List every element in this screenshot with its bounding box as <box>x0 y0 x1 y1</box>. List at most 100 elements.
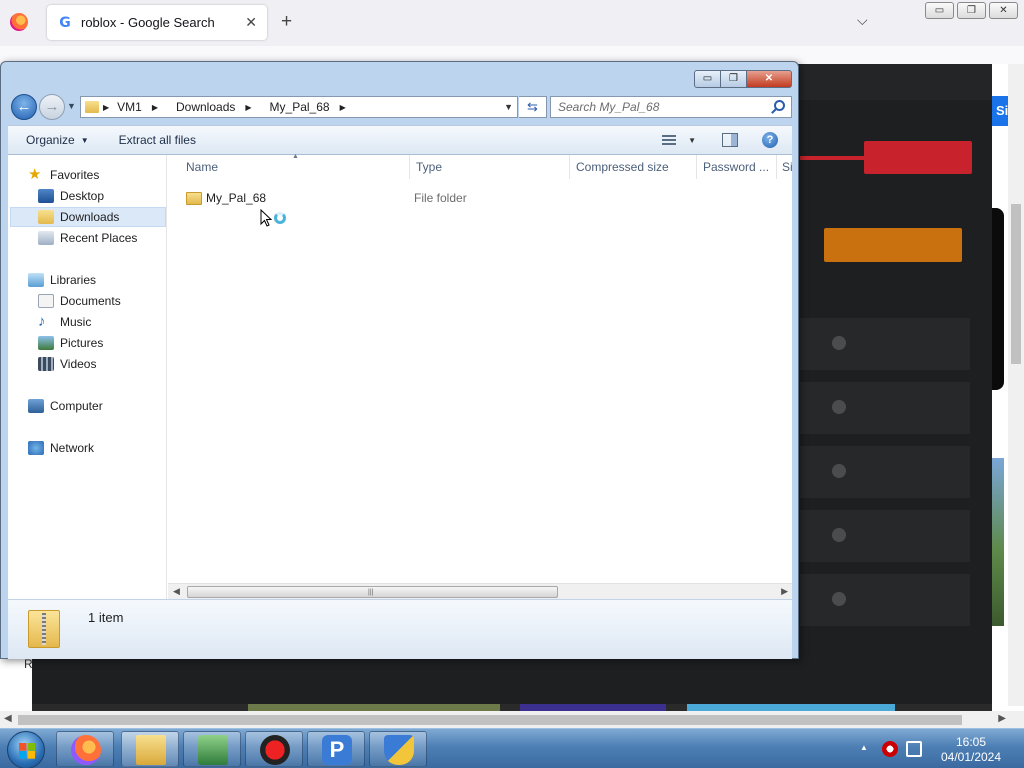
check-icon <box>832 400 846 414</box>
organize-button[interactable]: Organize ▼ <box>26 133 89 147</box>
show-hidden-icons-icon[interactable]: ▲ <box>860 743 868 752</box>
nav-desktop[interactable]: Desktop <box>10 186 166 206</box>
nav-label: Downloads <box>60 210 120 224</box>
taskbar-p-app[interactable]: P <box>307 731 365 767</box>
scroll-thumb[interactable] <box>1011 204 1021 364</box>
chevron-down-icon[interactable]: ▼ <box>688 136 696 145</box>
browser-tab[interactable]: G roblox - Google Search ✕ <box>47 5 267 40</box>
breadcrumb-downloads[interactable]: Downloads <box>176 100 235 114</box>
taskbar-firefox[interactable] <box>56 731 114 767</box>
column-header-size[interactable]: Si <box>777 155 792 179</box>
nav-label: Computer <box>50 399 103 413</box>
browser-vertical-scrollbar[interactable] <box>1008 64 1024 706</box>
nav-label: Network <box>50 441 95 455</box>
table-row[interactable]: My_Pal_68 File folder <box>180 188 780 208</box>
start-button[interactable] <box>7 731 45 768</box>
scroll-thumb[interactable]: ||| <box>187 586 558 598</box>
nav-downloads[interactable]: Downloads <box>10 207 166 227</box>
tab-close-icon[interactable]: ✕ <box>245 14 257 31</box>
view-options-icon[interactable] <box>662 135 677 145</box>
close-button[interactable]: ✕ <box>747 70 792 88</box>
search-input[interactable] <box>551 97 761 117</box>
browser-window-controls: ▭ ❐ ✕ <box>925 2 1018 19</box>
taskbar-explorer[interactable] <box>121 731 179 767</box>
column-header-type[interactable]: Type <box>410 155 570 179</box>
column-header-name[interactable]: Name ▲ <box>168 153 410 179</box>
system-tray: ▲ 16:05 04/01/2024 <box>856 733 1016 767</box>
refresh-button[interactable]: ⇆ <box>519 96 547 118</box>
search-icon[interactable] <box>774 100 785 111</box>
minimize-button[interactable]: ▭ <box>694 70 721 88</box>
nav-music[interactable]: ♪ Music <box>10 312 166 332</box>
explorer-titlebar[interactable]: ▭ ❐ ✕ <box>1 62 798 92</box>
browser-horizontal-scrollbar[interactable]: ◀ ▶ <box>0 711 1024 728</box>
back-button[interactable]: ← <box>11 94 37 120</box>
explorer-icon <box>136 735 166 765</box>
command-bar: Organize ▼ Extract all files ▼ ? <box>8 125 792 155</box>
web-page-header <box>800 64 992 100</box>
search-box[interactable] <box>550 96 792 118</box>
browser-minimize-button[interactable]: ▭ <box>925 2 954 19</box>
column-label: Si <box>782 160 792 174</box>
extract-all-button[interactable]: Extract all files <box>119 133 196 147</box>
scroll-right-icon[interactable]: ▶ <box>781 586 788 597</box>
nav-favorites[interactable]: ★ Favorites <box>10 165 166 185</box>
scroll-thumb[interactable] <box>18 715 962 725</box>
upgrade-button[interactable] <box>824 228 962 262</box>
taskbar-security-app[interactable] <box>369 731 427 767</box>
forward-button[interactable]: → <box>39 94 65 120</box>
nav-libraries[interactable]: Libraries <box>10 270 166 290</box>
taskbar-red-app[interactable] <box>245 731 303 767</box>
nav-label: Music <box>60 315 92 329</box>
nav-recent-places[interactable]: Recent Places <box>10 228 166 248</box>
clock[interactable]: 16:05 04/01/2024 <box>940 735 1002 765</box>
preview-pane-icon[interactable] <box>722 133 738 147</box>
address-row: ← → ▼ ▶ VM1 ▶ Downloads ▶ My_Pal_68 ▶ ▼ ⇆ <box>7 94 793 120</box>
scroll-right-icon[interactable]: ▶ <box>998 713 1006 724</box>
column-label: Type <box>416 160 443 174</box>
breadcrumb-separator-icon[interactable]: ▶ <box>103 103 109 112</box>
browser-restore-button[interactable]: ❐ <box>957 2 986 19</box>
documents-icon <box>38 294 54 308</box>
nav-documents[interactable]: Documents <box>10 291 166 311</box>
address-bar[interactable]: ▶ VM1 ▶ Downloads ▶ My_Pal_68 ▶ ▼ <box>80 96 518 118</box>
new-tab-button[interactable]: + <box>281 11 292 33</box>
breadcrumb-separator-icon[interactable]: ▶ <box>152 103 158 112</box>
star-icon: ★ <box>28 166 42 183</box>
column-header-compressed-size[interactable]: Compressed size <box>570 155 697 179</box>
libraries-icon <box>28 273 44 287</box>
scroll-left-icon[interactable]: ◀ <box>173 586 180 597</box>
breadcrumb-separator-icon[interactable]: ▶ <box>245 103 251 112</box>
nav-label: Recent Places <box>60 231 138 245</box>
scroll-left-icon[interactable]: ◀ <box>4 713 12 724</box>
recent-places-icon <box>38 231 54 245</box>
download-row <box>800 510 970 562</box>
stop-button[interactable] <box>864 141 972 174</box>
nav-computer[interactable]: Computer <box>10 396 166 416</box>
zip-folder-icon <box>28 610 60 648</box>
taskbar-downloader[interactable] <box>183 731 241 767</box>
horizontal-scrollbar[interactable]: ◀ ||| ▶ <box>168 583 792 599</box>
help-icon[interactable]: ? <box>762 132 778 148</box>
breadcrumb-my-pal-68[interactable]: My_Pal_68 <box>270 100 330 114</box>
breadcrumb-vm1[interactable]: VM1 <box>117 100 142 114</box>
history-dropdown-icon[interactable]: ▼ <box>67 101 76 111</box>
tab-list-button[interactable]: ⌵ <box>857 12 868 29</box>
column-header-password[interactable]: Password ... <box>697 155 777 179</box>
chevron-down-icon: ▼ <box>80 135 89 145</box>
browser-tabbar: G roblox - Google Search ✕ + ⌵ ▭ ❐ ✕ <box>0 0 1024 46</box>
nav-pictures[interactable]: Pictures <box>10 333 166 353</box>
folder-icon <box>186 191 202 205</box>
download-row <box>800 574 970 626</box>
nav-network[interactable]: Network <box>10 438 166 458</box>
tray-app-icon[interactable] <box>882 741 898 757</box>
nav-label: Desktop <box>60 189 105 203</box>
maximize-button[interactable]: ❐ <box>721 70 747 88</box>
nav-videos[interactable]: Videos <box>10 354 166 374</box>
browser-close-button[interactable]: ✕ <box>989 2 1018 19</box>
firefox-logo-icon <box>10 13 28 31</box>
file-name[interactable]: My_Pal_68 <box>206 191 414 205</box>
address-dropdown-icon[interactable]: ▼ <box>504 102 513 112</box>
network-icon[interactable] <box>906 741 922 757</box>
breadcrumb-separator-icon[interactable]: ▶ <box>340 103 346 112</box>
